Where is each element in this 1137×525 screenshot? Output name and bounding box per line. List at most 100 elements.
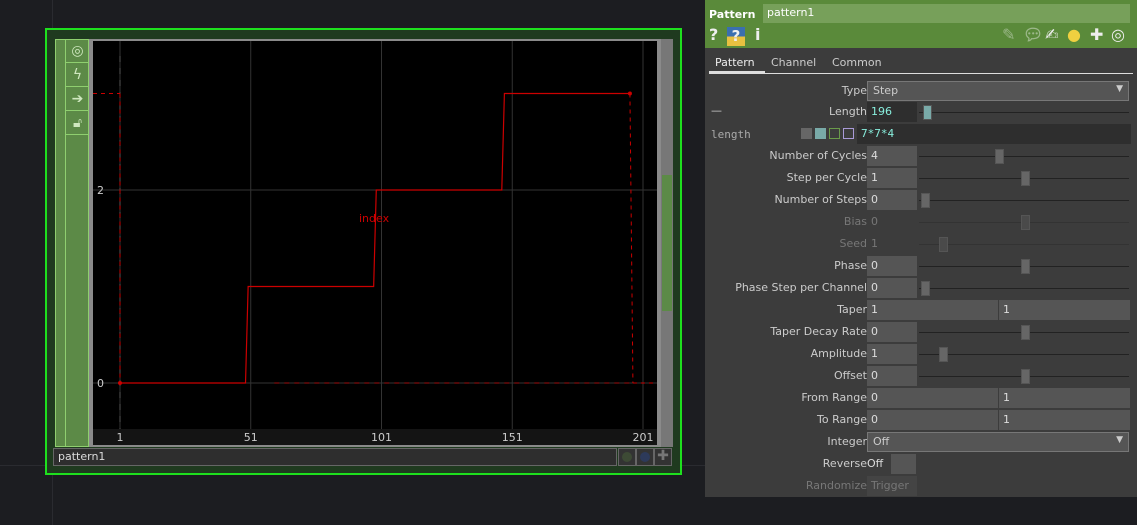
length-field[interactable]: 196 xyxy=(867,102,917,122)
target-icon[interactable]: ◎ xyxy=(1111,25,1125,44)
info-icon[interactable]: i xyxy=(755,25,760,44)
expr-label: length xyxy=(711,128,751,141)
channel-plot: 1 51 101 151 20102index xyxy=(93,41,657,445)
tab-channel[interactable]: Channel xyxy=(771,56,816,69)
op-type: Pattern xyxy=(709,8,756,21)
from-range-field-1[interactable]: 0 xyxy=(867,388,998,408)
taper-field-1[interactable]: 1 xyxy=(867,300,998,320)
param-label: Offset xyxy=(833,369,867,382)
param-label: Phase xyxy=(834,259,867,272)
param-label: Bias xyxy=(843,215,867,228)
param-slider[interactable] xyxy=(939,237,948,252)
help-icon[interactable]: ? xyxy=(709,25,718,44)
x-tick-label: 51 xyxy=(244,431,258,444)
param-slider[interactable] xyxy=(1021,325,1030,340)
param-label: Phase Step per Channel xyxy=(735,281,867,294)
expand-toggle[interactable]: — xyxy=(711,104,722,117)
pattern-node[interactable]: ◎ ϟ ➔ 🔓︎ 1 51 101 151 201 0 2 index pattern1 ✚ xyxy=(45,28,682,475)
param-type: Type Step ▼ xyxy=(705,81,1137,101)
param-slider[interactable] xyxy=(1021,259,1030,274)
type-dropdown[interactable]: Step ▼ xyxy=(867,81,1129,101)
reverse-value: Off xyxy=(867,457,884,470)
taper-field-2[interactable]: 1 xyxy=(999,300,1130,320)
param-label: From Range xyxy=(801,391,867,404)
node-sidebar: ◎ ϟ ➔ 🔓︎ xyxy=(55,39,89,447)
to-range-field-2[interactable]: 1 xyxy=(999,410,1130,430)
x-tick-label: 151 xyxy=(502,431,523,444)
blue-dot-icon[interactable] xyxy=(636,448,654,466)
param-taper: Taper 1 1 xyxy=(705,300,1137,320)
tab-pattern[interactable]: Pattern xyxy=(715,56,755,69)
param-slider[interactable] xyxy=(939,347,948,362)
data-point xyxy=(118,381,122,385)
param-label: To Range xyxy=(817,413,867,426)
param-to-range: To Range 0 1 xyxy=(705,410,1137,430)
trigger-button[interactable]: Trigger xyxy=(867,476,917,496)
param-field[interactable]: 0 xyxy=(867,366,917,386)
parameter-panel: Pattern pattern1 ? ? i ✎ 💬︎ ✍ ● ✚ ◎ Patt… xyxy=(705,0,1137,497)
green-dot-icon[interactable] xyxy=(618,448,636,466)
param-label: Step per Cycle xyxy=(786,171,867,184)
viewer-icon[interactable]: ◎ xyxy=(66,40,89,63)
param-row: Number of Steps 0 xyxy=(705,190,1137,210)
plus-icon[interactable]: ✚ xyxy=(654,448,672,466)
param-row: Taper Decay Rate 0 xyxy=(705,322,1137,342)
param-slider[interactable] xyxy=(1021,171,1030,186)
length-expression-field[interactable]: 7*7*4 xyxy=(857,124,1131,144)
expression-mode-icon[interactable] xyxy=(815,128,826,139)
to-range-field-1[interactable]: 0 xyxy=(867,410,998,430)
param-reverse: Reverse Off xyxy=(705,454,1137,474)
param-slider[interactable] xyxy=(921,193,930,208)
chop-viewer[interactable]: 1 51 101 151 201 0 2 index xyxy=(89,39,661,447)
param-slider[interactable] xyxy=(995,149,1004,164)
param-slider[interactable] xyxy=(1021,215,1030,230)
comment-icon[interactable]: 💬︎ xyxy=(1023,25,1043,44)
param-slider[interactable] xyxy=(921,281,930,296)
param-field[interactable]: 0 xyxy=(867,190,917,210)
scrollbar[interactable] xyxy=(661,39,673,447)
pencil-icon[interactable]: ✎ xyxy=(1002,25,1015,44)
param-row: Seed 1 xyxy=(705,234,1137,254)
node-name[interactable]: pattern1 xyxy=(53,448,617,466)
param-label: Number of Cycles xyxy=(769,149,867,162)
param-field[interactable]: 0 xyxy=(867,322,917,342)
clipboard-icon[interactable]: ✍ xyxy=(1045,25,1058,44)
param-row: Phase Step per Channel 0 xyxy=(705,278,1137,298)
reverse-toggle[interactable] xyxy=(891,454,916,474)
param-length: — Length 196 xyxy=(705,102,1137,122)
param-row: Offset 0 xyxy=(705,366,1137,386)
x-tick-label: 201 xyxy=(633,431,654,444)
export-mode-icon[interactable] xyxy=(829,128,840,139)
param-field[interactable]: 4 xyxy=(867,146,917,166)
bind-mode-icon[interactable] xyxy=(843,128,854,139)
param-field[interactable]: 0 xyxy=(867,212,917,232)
param-field[interactable]: 1 xyxy=(867,168,917,188)
from-range-field-2[interactable]: 1 xyxy=(999,388,1130,408)
param-label: Seed xyxy=(839,237,868,250)
param-length-expr: length 7*7*4 xyxy=(705,124,1137,144)
arrow-icon[interactable]: ➔ xyxy=(66,88,89,111)
param-slider[interactable] xyxy=(1021,369,1030,384)
length-slider[interactable] xyxy=(923,105,932,120)
param-field[interactable]: 0 xyxy=(867,256,917,276)
param-field[interactable]: 0 xyxy=(867,278,917,298)
param-row: Bias 0 xyxy=(705,212,1137,232)
constant-mode-icon[interactable] xyxy=(801,128,812,139)
param-field[interactable]: 1 xyxy=(867,234,917,254)
bolt-icon[interactable]: ϟ xyxy=(66,64,89,87)
integer-dropdown[interactable]: Off ▼ xyxy=(867,432,1129,452)
python-icon[interactable]: ● xyxy=(1067,25,1081,44)
param-field[interactable]: 1 xyxy=(867,344,917,364)
python-help-icon[interactable]: ? xyxy=(727,27,745,46)
add-icon[interactable]: ✚ xyxy=(1090,25,1103,44)
x-tick-label: 1 xyxy=(117,431,124,444)
param-row: Phase 0 xyxy=(705,256,1137,276)
param-label: Randomize xyxy=(805,479,867,492)
channel-label: index xyxy=(359,212,390,225)
lock-icon[interactable]: 🔓︎ xyxy=(66,112,89,135)
y-tick-label: 2 xyxy=(97,184,104,197)
op-name-field[interactable]: pattern1 xyxy=(763,4,1130,23)
tab-common[interactable]: Common xyxy=(832,56,882,69)
param-label: Type xyxy=(841,84,867,97)
param-row: Amplitude 1 xyxy=(705,344,1137,364)
